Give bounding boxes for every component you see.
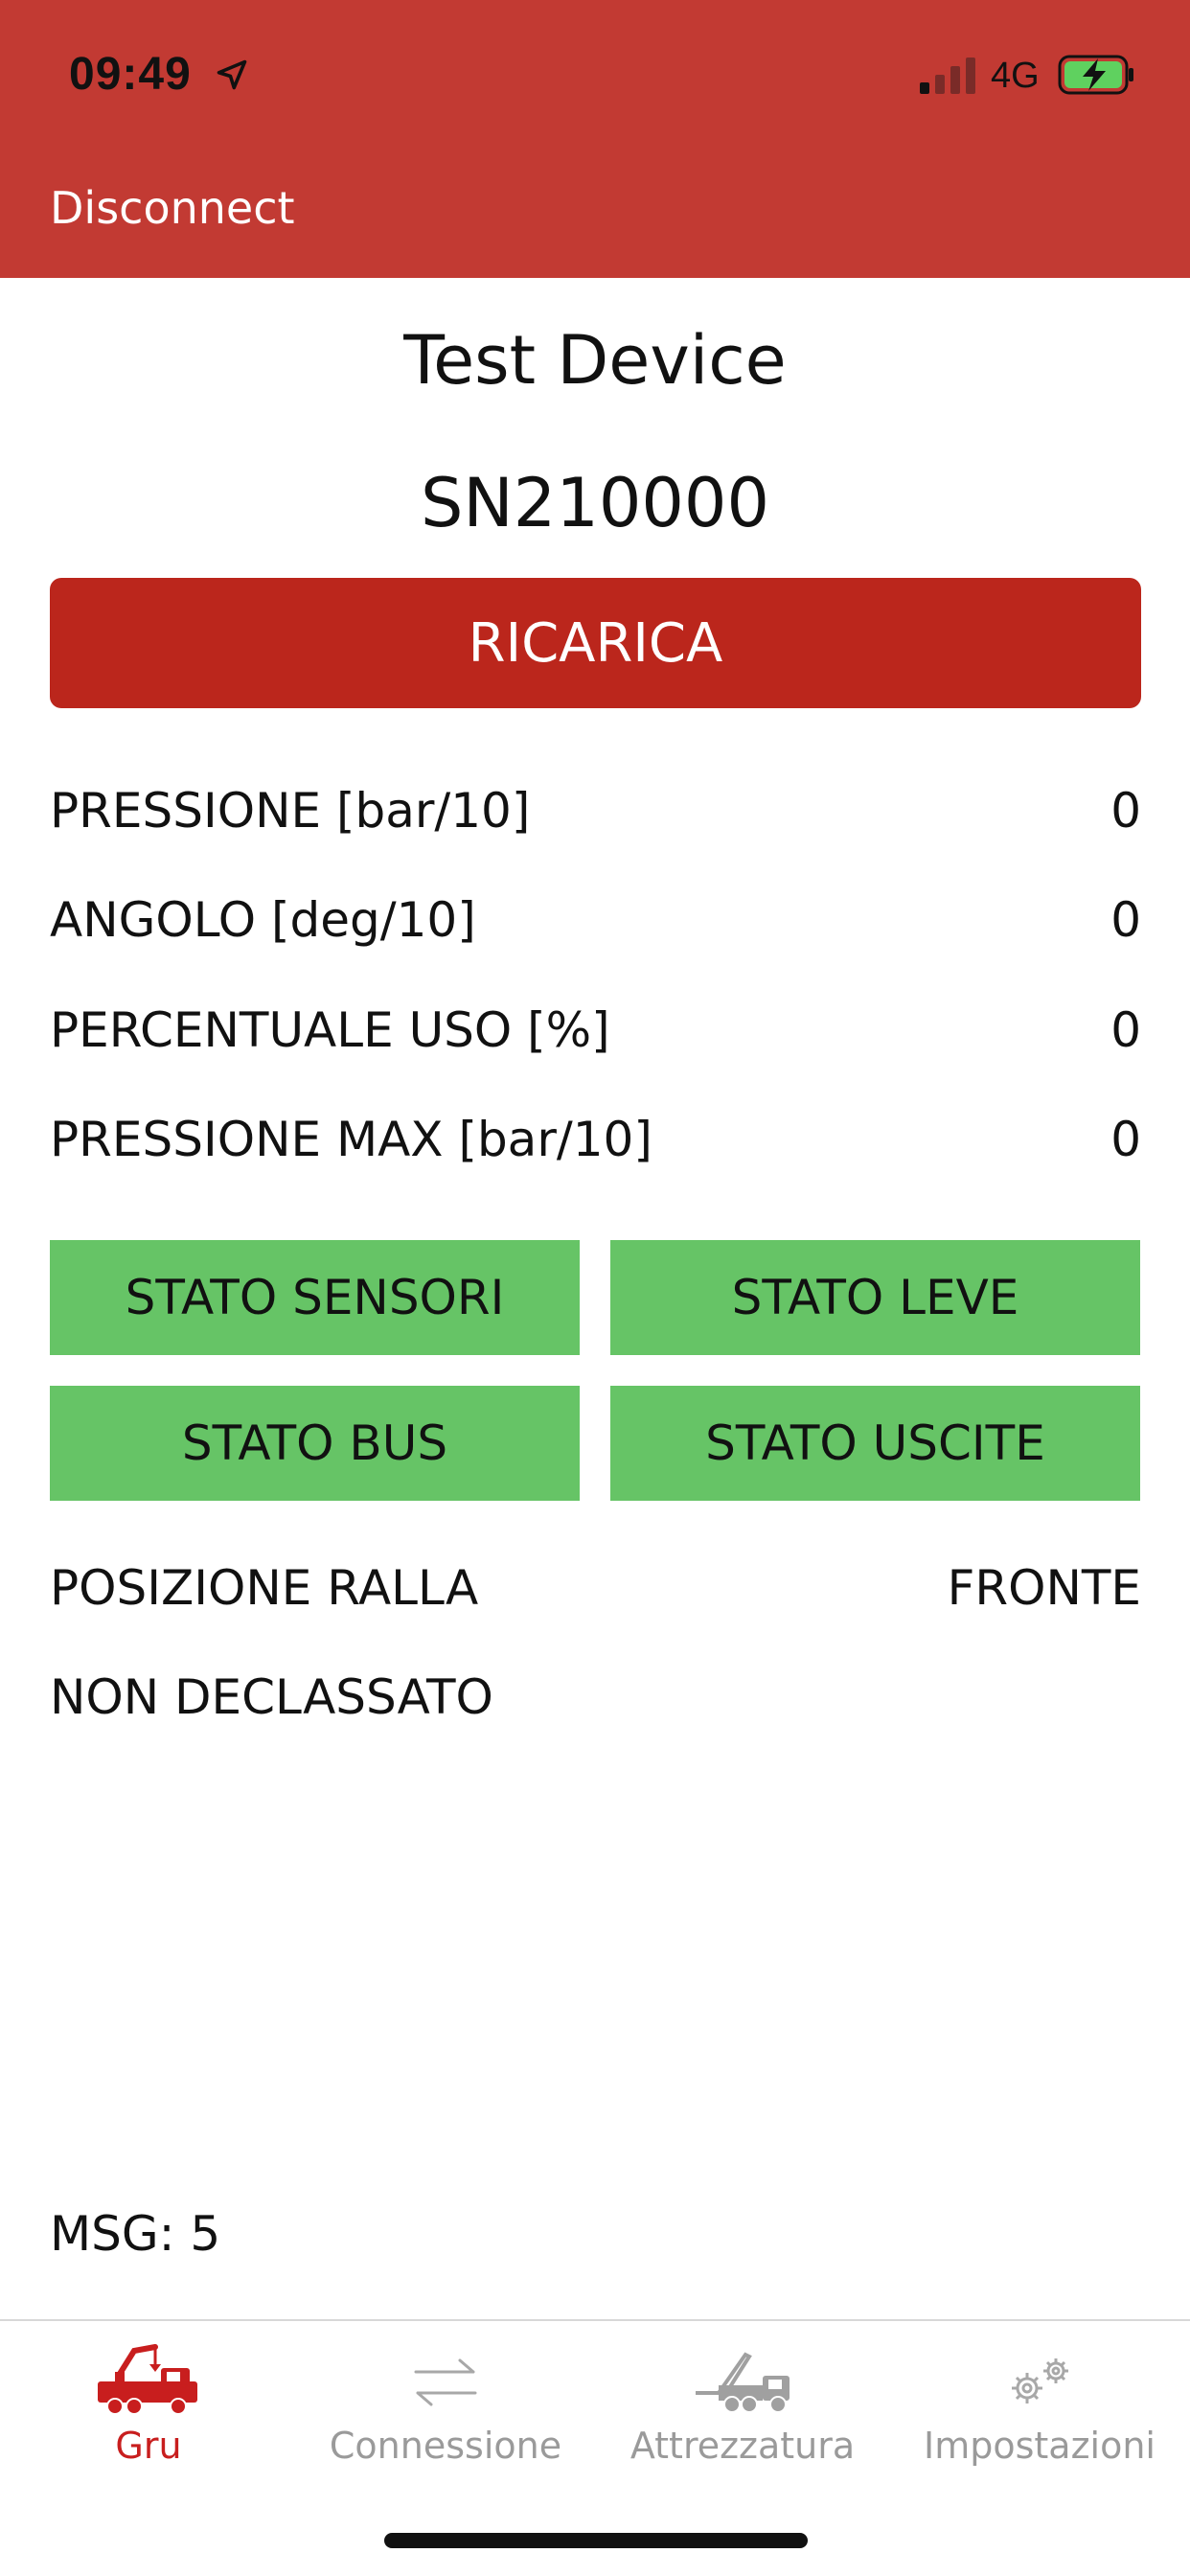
tab-label: Attrezzatura bbox=[629, 2425, 856, 2467]
battery-charging-icon bbox=[1058, 54, 1136, 100]
fifth-wheel-row: POSIZIONE RALLA FRONTE bbox=[50, 1550, 1141, 1626]
reading-row-usage: PERCENTUALE USO [%] 0 bbox=[50, 992, 1141, 1069]
cellular-signal-icon bbox=[920, 58, 975, 98]
reading-value: 0 bbox=[1110, 783, 1141, 839]
downgrade-status-row: NON DECLASSATO bbox=[50, 1659, 1141, 1736]
bus-status-button[interactable]: STATO BUS bbox=[50, 1386, 580, 1501]
tab-label: Connessione bbox=[329, 2425, 562, 2467]
reading-value: 0 bbox=[1110, 892, 1141, 948]
hook-truck-icon bbox=[594, 2338, 891, 2425]
network-type: 4G bbox=[991, 56, 1040, 96]
tab-connessione[interactable]: Connessione bbox=[297, 2329, 594, 2482]
crane-truck-icon bbox=[0, 2338, 297, 2425]
tab-gru[interactable]: Gru bbox=[0, 2329, 297, 2482]
reading-label: PRESSIONE MAX [bar/10] bbox=[50, 1112, 652, 1167]
device-serial: SN210000 bbox=[420, 464, 769, 542]
tab-label: Impostazioni bbox=[924, 2425, 1156, 2467]
transfer-arrows-icon bbox=[297, 2338, 594, 2425]
tab-attrezzatura[interactable]: Attrezzatura bbox=[594, 2329, 891, 2482]
downgrade-status: NON DECLASSATO bbox=[50, 1669, 493, 1725]
reading-value: 0 bbox=[1110, 1112, 1141, 1167]
reading-label: PRESSIONE [bar/10] bbox=[50, 783, 531, 839]
status-time: 09:49 bbox=[69, 49, 192, 100]
sensor-status-button[interactable]: STATO SENSORI bbox=[50, 1240, 580, 1355]
reading-label: PERCENTUALE USO [%] bbox=[50, 1002, 610, 1058]
fifth-wheel-value: FRONTE bbox=[947, 1560, 1141, 1616]
message-counter: MSG: 5 bbox=[50, 2206, 221, 2262]
tab-label: Gru bbox=[115, 2425, 182, 2467]
output-status-button[interactable]: STATO USCITE bbox=[610, 1386, 1140, 1501]
reading-row-angle: ANGOLO [deg/10] 0 bbox=[50, 882, 1141, 958]
reading-value: 0 bbox=[1110, 1002, 1141, 1058]
tab-impostazioni[interactable]: Impostazioni bbox=[891, 2329, 1188, 2482]
fifth-wheel-label: POSIZIONE RALLA bbox=[50, 1560, 479, 1616]
home-indicator bbox=[384, 2533, 808, 2548]
device-name: Test Device bbox=[403, 321, 787, 400]
reading-label: ANGOLO [deg/10] bbox=[50, 892, 476, 948]
reading-row-pressure: PRESSIONE [bar/10] 0 bbox=[50, 772, 1141, 849]
reading-row-max-pressure: PRESSIONE MAX [bar/10] 0 bbox=[50, 1101, 1141, 1178]
recharge-button[interactable]: RICARICA bbox=[50, 578, 1141, 708]
lever-status-button[interactable]: STATO LEVE bbox=[610, 1240, 1140, 1355]
disconnect-button[interactable]: Disconnect bbox=[50, 182, 295, 234]
location-arrow-icon bbox=[215, 58, 249, 96]
gears-icon bbox=[891, 2338, 1188, 2425]
